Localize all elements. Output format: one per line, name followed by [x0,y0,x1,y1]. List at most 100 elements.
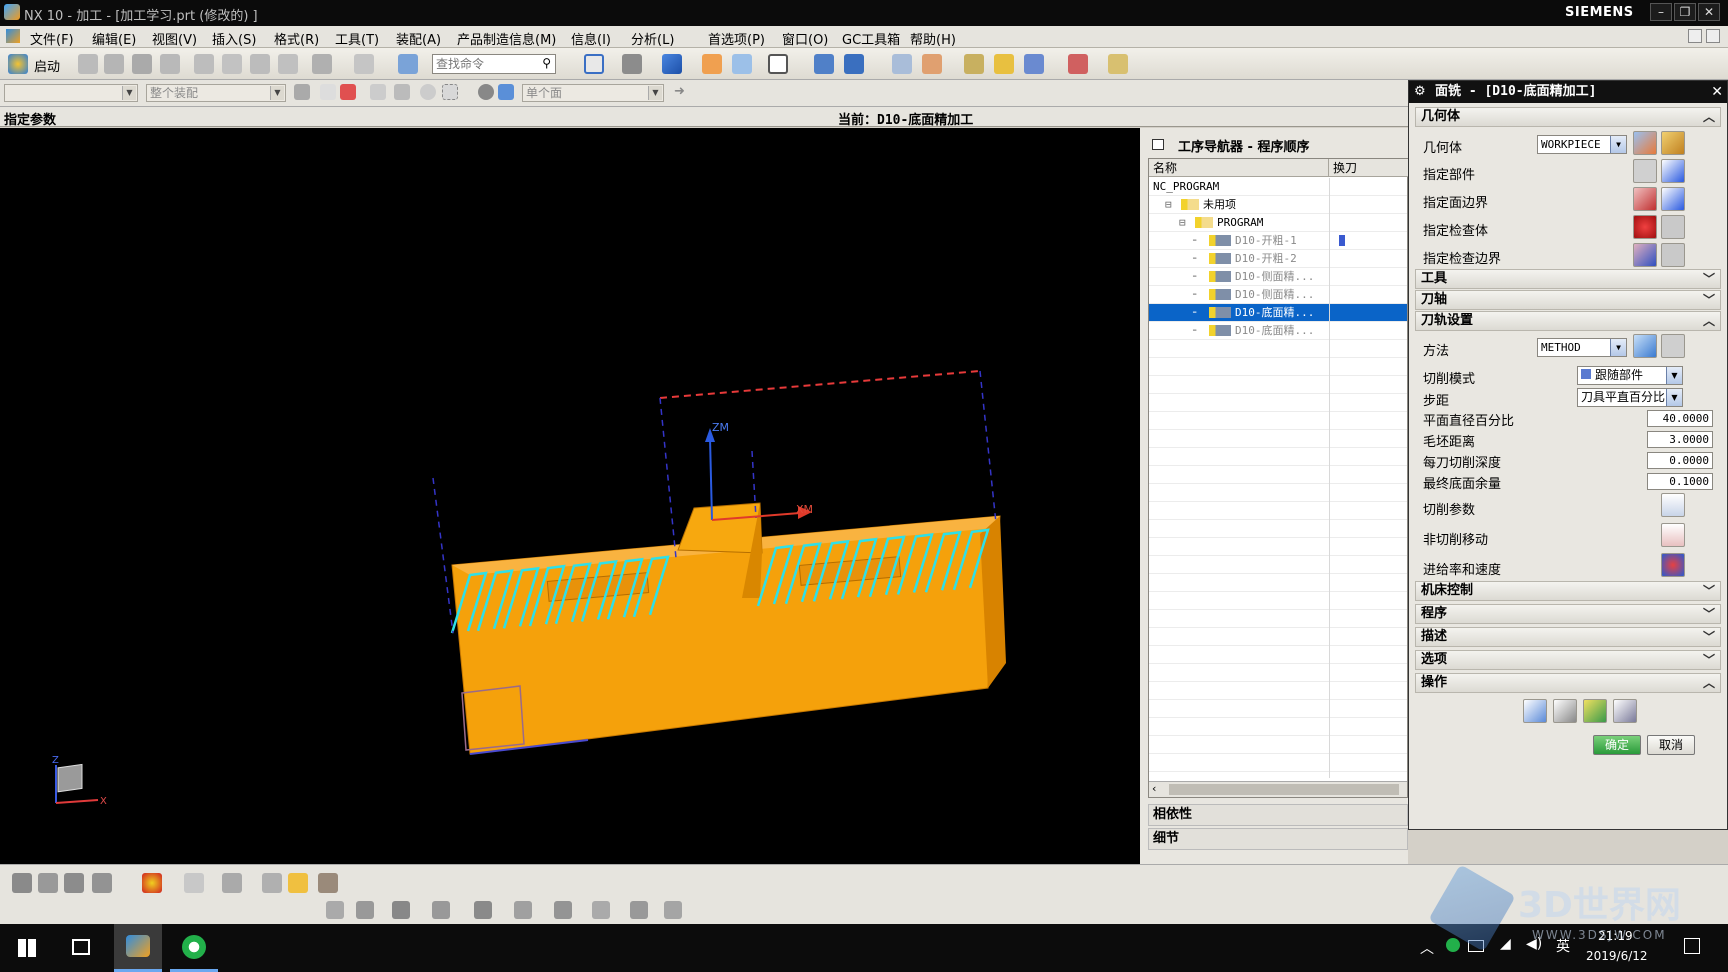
measure-icon[interactable] [1068,54,1088,74]
feeds-speeds-icon[interactable] [1661,553,1685,577]
doc-minimize-button[interactable] [1688,29,1702,43]
geometry-select[interactable]: WORKPIECE ▼ [1537,135,1627,154]
section-tool-axis[interactable]: 刀轴 ﹀ [1415,290,1721,310]
menu-info[interactable]: 信息(I) [571,29,611,48]
copy-icon[interactable] [222,54,242,74]
snap-end-icon[interactable] [394,84,410,100]
scroll-thumb[interactable] [1169,784,1399,795]
open-file-icon[interactable] [104,54,124,74]
details-panel[interactable]: 细节 [1148,828,1408,850]
menu-app-icon[interactable] [6,29,20,43]
text-icon[interactable] [664,901,682,919]
new-geometry-icon[interactable] [1633,131,1657,155]
new-method-icon[interactable] [1633,334,1657,358]
start-button[interactable]: 启动 [34,56,60,75]
check-body-select-icon[interactable] [1633,215,1657,239]
part-display-icon[interactable] [1661,159,1685,183]
orient-view-icon[interactable] [662,54,682,74]
close-button[interactable]: ✕ [1698,3,1720,21]
edit-geometry-icon[interactable] [1661,131,1685,155]
scroll-left-icon[interactable]: ‹ [1152,782,1156,795]
menu-format[interactable]: 格式(R) [274,29,319,48]
properties-icon[interactable] [318,873,338,893]
print-icon[interactable] [160,54,180,74]
column-name[interactable]: 名称 [1149,159,1329,177]
replay-icon[interactable] [1553,699,1577,723]
tree-row[interactable]: ⊟ 未用项 [1149,196,1407,214]
ruler-icon[interactable] [1108,54,1128,74]
collapse-icon[interactable]: ⊟ [1179,214,1186,231]
geometry-view-icon[interactable] [64,873,84,893]
cube-icon[interactable] [554,901,572,919]
section-machine-control[interactable]: 机床控制 ﹀ [1415,581,1721,601]
shop-docs-icon[interactable] [1024,54,1044,74]
menu-assembly[interactable]: 装配(A) [396,29,441,48]
menu-help[interactable]: 帮助(H) [910,29,956,48]
section-path-settings[interactable]: 刀轨设置 ︿ [1415,311,1721,331]
tree-row[interactable]: ╴ D10-底面精... [1149,322,1407,340]
save-icon[interactable] [132,54,152,74]
background-icon[interactable] [732,54,752,74]
menu-window[interactable]: 窗口(O) [782,29,828,48]
face-boundary-display-icon[interactable] [1661,187,1685,211]
menu-insert[interactable]: 插入(S) [212,29,256,48]
rectangle-select-icon[interactable] [442,84,458,100]
minimize-button[interactable]: – [1650,3,1672,21]
machine-view-icon[interactable] [38,873,58,893]
create-program-icon[interactable] [142,873,162,893]
extrude-icon[interactable] [356,901,374,919]
section-program[interactable]: 程序 ﹀ [1415,604,1721,624]
undo-icon[interactable] [312,54,332,74]
wifi-icon[interactable]: ◢ [1500,936,1511,952]
ok-button[interactable]: 确定 [1593,735,1641,755]
generate-toolpath-icon[interactable] [814,54,834,74]
annotation-icon[interactable] [592,901,610,919]
tree-row[interactable]: ⊟ PROGRAM [1149,214,1407,232]
command-finder[interactable]: ⚲ [432,54,556,74]
check-body-display-icon[interactable] [1661,215,1685,239]
surface-icon[interactable] [392,901,410,919]
search-icon[interactable]: ⚲ [542,56,551,70]
blank-distance-field[interactable]: 3.0000 [1647,431,1713,448]
snap-center-icon[interactable] [420,84,436,100]
non-cutting-moves-icon[interactable] [1661,523,1685,547]
restore-button[interactable]: ❐ [1674,3,1696,21]
battery-icon[interactable] [1468,940,1484,952]
tree-row[interactable]: NC_PROGRAM [1149,178,1407,196]
sync-modeling-icon[interactable] [432,901,450,919]
create-tool-icon[interactable] [184,873,204,893]
deselect-icon[interactable] [340,84,356,100]
dependencies-panel[interactable]: 相依性 [1148,804,1408,826]
navigator-tree[interactable]: 名称 换刀 NC_PROGRAM ⊟ 未用项 ⊟ PROGRAM ╴ D10-开粗-1 ╴ D1… [1148,158,1409,798]
verify-icon[interactable] [964,54,984,74]
taskbar-browser-app[interactable] [170,924,218,972]
program-view-icon[interactable] [12,873,32,893]
menu-pmi[interactable]: 产品制造信息(M) [457,29,556,48]
create-method-icon[interactable] [262,873,282,893]
postprocess-icon[interactable] [994,54,1014,74]
tree-row[interactable]: ╴ D10-开粗-2 [1149,250,1407,268]
cut-pattern-select[interactable]: 跟随部件 ▼ [1577,366,1683,385]
menu-file[interactable]: 文件(F) [30,29,74,48]
menu-tools[interactable]: 工具(T) [335,29,379,48]
dimension-icon[interactable] [630,901,648,919]
create-operation-icon[interactable] [288,873,308,893]
command-finder-input[interactable] [433,55,531,73]
scope-filter-combo[interactable]: 整个装配 ▼ [146,84,286,102]
section-tool[interactable]: 工具 ﹀ [1415,269,1721,289]
feature-icon[interactable] [326,901,344,919]
depth-per-cut-field[interactable]: 0.0000 [1647,452,1713,469]
check-boundary-display-icon[interactable] [1661,243,1685,267]
layer-icon[interactable] [514,901,532,919]
tree-row[interactable]: ╴ D10-底面精... [1149,304,1407,322]
gear-icon[interactable]: ⚙ [1414,81,1426,103]
section-actions[interactable]: 操作 ︿ [1415,673,1721,693]
tool-path-icon[interactable] [922,54,942,74]
cancel-button[interactable]: 取消 [1647,735,1695,755]
fit-view-icon[interactable] [584,54,604,74]
edit-method-icon[interactable] [1661,334,1685,358]
task-view-icon[interactable] [72,939,90,955]
flat-diameter-pct-field[interactable]: 40.0000 [1647,410,1713,427]
verify-icon[interactable] [1583,699,1607,723]
column-tool-change[interactable]: 换刀 [1329,159,1409,177]
